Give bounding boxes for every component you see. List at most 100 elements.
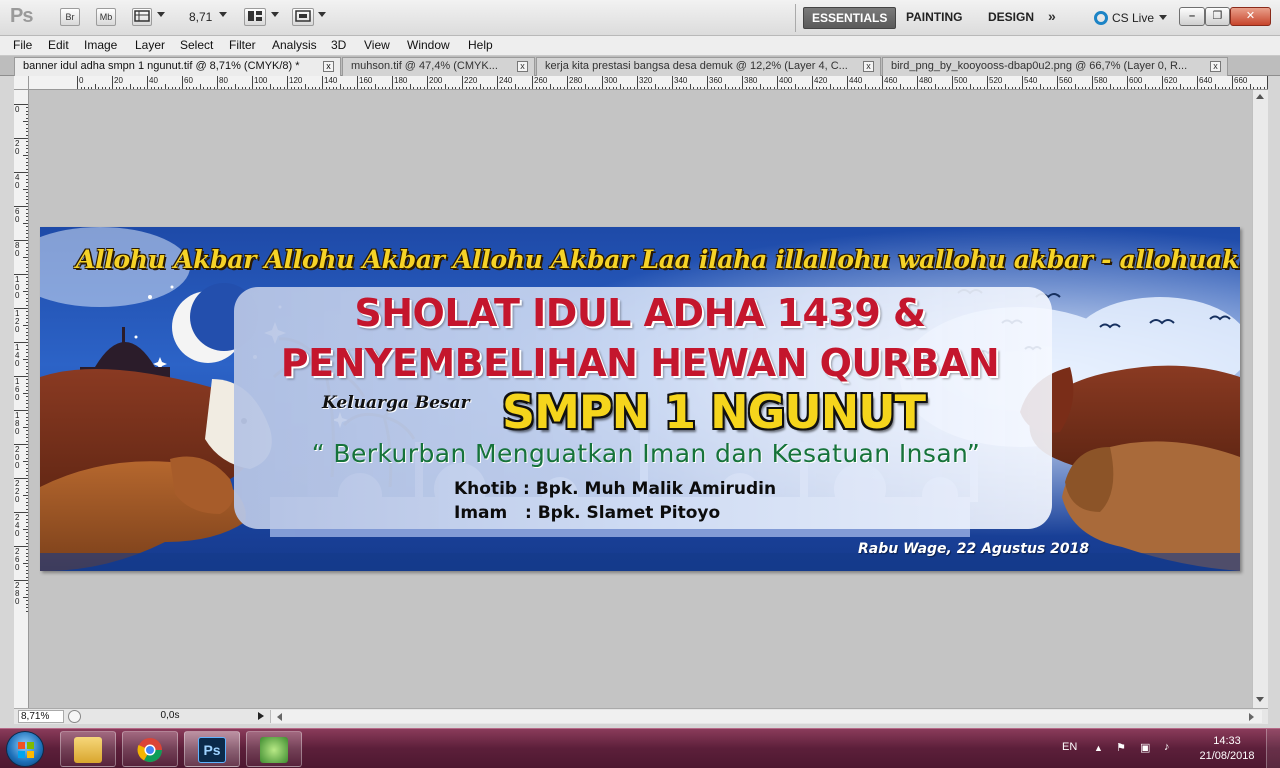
ruler-tick — [1022, 76, 1023, 89]
ruler-label: 580 — [1094, 76, 1108, 85]
tab-muhson[interactable]: muhson.tif @ 47,4% (CMYK... x — [342, 57, 535, 76]
scroll-right-icon[interactable] — [1249, 713, 1254, 721]
ruler-label: 440 — [849, 76, 863, 85]
ruler-label: 600 — [1129, 76, 1143, 85]
ruler-label: 40 — [15, 173, 20, 190]
show-desktop-button[interactable] — [1266, 729, 1280, 768]
ruler-label: 420 — [814, 76, 828, 85]
close-tab-icon[interactable]: x — [1210, 61, 1221, 72]
ruler-label: 640 — [1199, 76, 1213, 85]
menu-filter[interactable]: Filter — [229, 38, 256, 52]
close-tab-icon[interactable]: x — [517, 61, 528, 72]
tab-bird-png[interactable]: bird_png_by_kooyooss-dbap0u2.png @ 66,7%… — [882, 57, 1228, 76]
clock-time: 14:33 — [1213, 735, 1241, 747]
vertical-ruler[interactable]: 0 20 40 60 80 100 120 140 160 180 200 220 240 260 280 — [14, 90, 29, 708]
arrange-documents-button[interactable] — [244, 8, 266, 26]
view-extras-button[interactable] — [132, 8, 152, 26]
ruler-label: 0 — [79, 76, 84, 85]
close-tab-icon[interactable]: x — [323, 61, 334, 72]
taskbar-corel[interactable] — [246, 731, 302, 767]
status-timer-icon[interactable] — [68, 710, 81, 723]
ruler-label: 240 — [15, 513, 20, 538]
minimize-button[interactable]: – — [1179, 7, 1205, 26]
zoom-field[interactable]: 8,71% — [18, 710, 64, 723]
ruler-label: 80 — [15, 241, 20, 258]
taskbar-file-explorer[interactable] — [60, 731, 116, 767]
application-bar: Ps Br Mb 8,71 ESSENTIALS PAINTING DESIGN… — [0, 0, 1280, 36]
ruler-tick — [14, 444, 28, 445]
horizontal-ruler[interactable]: 0 20 40 60 80 100 120 140 160 180 200 220 240 260 280 3… — [29, 76, 1268, 90]
bridge-button[interactable]: Br — [60, 8, 80, 26]
zoom-dropdown-icon[interactable] — [219, 12, 227, 17]
ruler-tick — [427, 76, 428, 89]
language-indicator[interactable]: EN — [1062, 741, 1077, 753]
restore-button[interactable]: ❐ — [1205, 7, 1230, 26]
ruler-label: 120 — [289, 76, 303, 85]
menu-edit[interactable]: Edit — [48, 38, 69, 52]
menu-image[interactable]: Image — [84, 38, 117, 52]
view-extras-dropdown-icon[interactable] — [157, 12, 165, 17]
arrange-dropdown-icon[interactable] — [271, 12, 279, 17]
menu-analysis[interactable]: Analysis — [272, 38, 317, 52]
workspace-design[interactable]: DESIGN — [980, 7, 1042, 29]
ruler-label: 560 — [1059, 76, 1073, 85]
close-tab-icon[interactable]: x — [863, 61, 874, 72]
menu-window[interactable]: Window — [407, 38, 450, 52]
network-icon[interactable]: ▣ — [1140, 741, 1150, 754]
menu-layer[interactable]: Layer — [135, 38, 165, 52]
ruler-tick — [532, 76, 533, 89]
scroll-left-icon[interactable] — [277, 713, 282, 721]
zoom-level[interactable]: 8,71 — [189, 10, 212, 24]
scroll-down-icon[interactable] — [1256, 697, 1264, 702]
ruler-label: 200 — [429, 76, 443, 85]
scroll-up-icon[interactable] — [1256, 94, 1264, 99]
system-clock[interactable]: 14:33 21/08/2018 — [1192, 734, 1262, 764]
workspace-essentials[interactable]: ESSENTIALS — [803, 7, 897, 29]
cs-live-dropdown-icon — [1159, 15, 1168, 20]
show-hidden-icons-icon[interactable]: ▲ — [1094, 743, 1103, 753]
ruler-tick — [14, 580, 28, 581]
tab-banner-idul-adha[interactable]: banner idul adha smpn 1 ngunut.tif @ 8,7… — [14, 57, 341, 76]
ruler-label: 160 — [15, 377, 20, 402]
khotib-line: Khotib : Bpk. Muh Malik Amirudin — [454, 479, 777, 499]
action-center-icon[interactable]: ⚑ — [1116, 741, 1126, 754]
taskbar-chrome[interactable] — [122, 731, 178, 767]
mini-bridge-button[interactable]: Mb — [96, 8, 116, 26]
menu-3d[interactable]: 3D — [331, 38, 346, 52]
photoshop-logo: Ps — [10, 5, 33, 27]
ruler-label: 160 — [359, 76, 373, 85]
screen-mode-dropdown-icon[interactable] — [318, 12, 326, 17]
status-info: 0,0s — [160, 710, 180, 721]
ruler-label: 300 — [604, 76, 618, 85]
ruler-tick — [812, 76, 813, 89]
ruler-tick — [14, 206, 28, 207]
ruler-label: 140 — [15, 343, 20, 368]
ruler-tick — [777, 76, 778, 89]
right-panel-edge — [1268, 76, 1280, 728]
menu-help[interactable]: Help — [468, 38, 493, 52]
tab-kerja-kita[interactable]: kerja kita prestasi bangsa desa demuk @ … — [536, 57, 881, 76]
volume-muted-icon[interactable]: ♪ — [1164, 741, 1170, 753]
more-workspaces-icon[interactable]: » — [1048, 8, 1056, 24]
motto: “ Berkurban Menguatkan Iman dan Kesatuan… — [311, 439, 981, 468]
menu-select[interactable]: Select — [180, 38, 213, 52]
ruler-origin[interactable] — [14, 76, 29, 90]
status-menu-arrow-icon[interactable] — [258, 712, 264, 720]
cs-live-button[interactable]: CS Live — [1094, 8, 1168, 28]
ruler-tick — [217, 76, 218, 89]
chrome-icon — [137, 738, 162, 763]
ruler-label: 240 — [499, 76, 513, 85]
workspace-separator — [795, 4, 796, 32]
taskbar-photoshop[interactable]: Ps — [184, 731, 240, 767]
close-button[interactable]: ✕ — [1230, 7, 1271, 26]
banner-document[interactable]: Allohu Akbar Allohu Akbar Allohu Akbar L… — [40, 227, 1240, 571]
screen-mode-button[interactable] — [292, 8, 314, 26]
tab-label: banner idul adha smpn 1 ngunut.tif @ 8,7… — [23, 60, 300, 72]
horizontal-scrollbar[interactable] — [270, 710, 1262, 723]
menu-view[interactable]: View — [364, 38, 390, 52]
vertical-scrollbar[interactable] — [1252, 90, 1268, 708]
start-button[interactable] — [6, 731, 44, 767]
menu-file[interactable]: File — [13, 38, 32, 52]
tab-label: muhson.tif @ 47,4% (CMYK... — [351, 60, 498, 72]
workspace-painting[interactable]: PAINTING — [898, 7, 970, 29]
